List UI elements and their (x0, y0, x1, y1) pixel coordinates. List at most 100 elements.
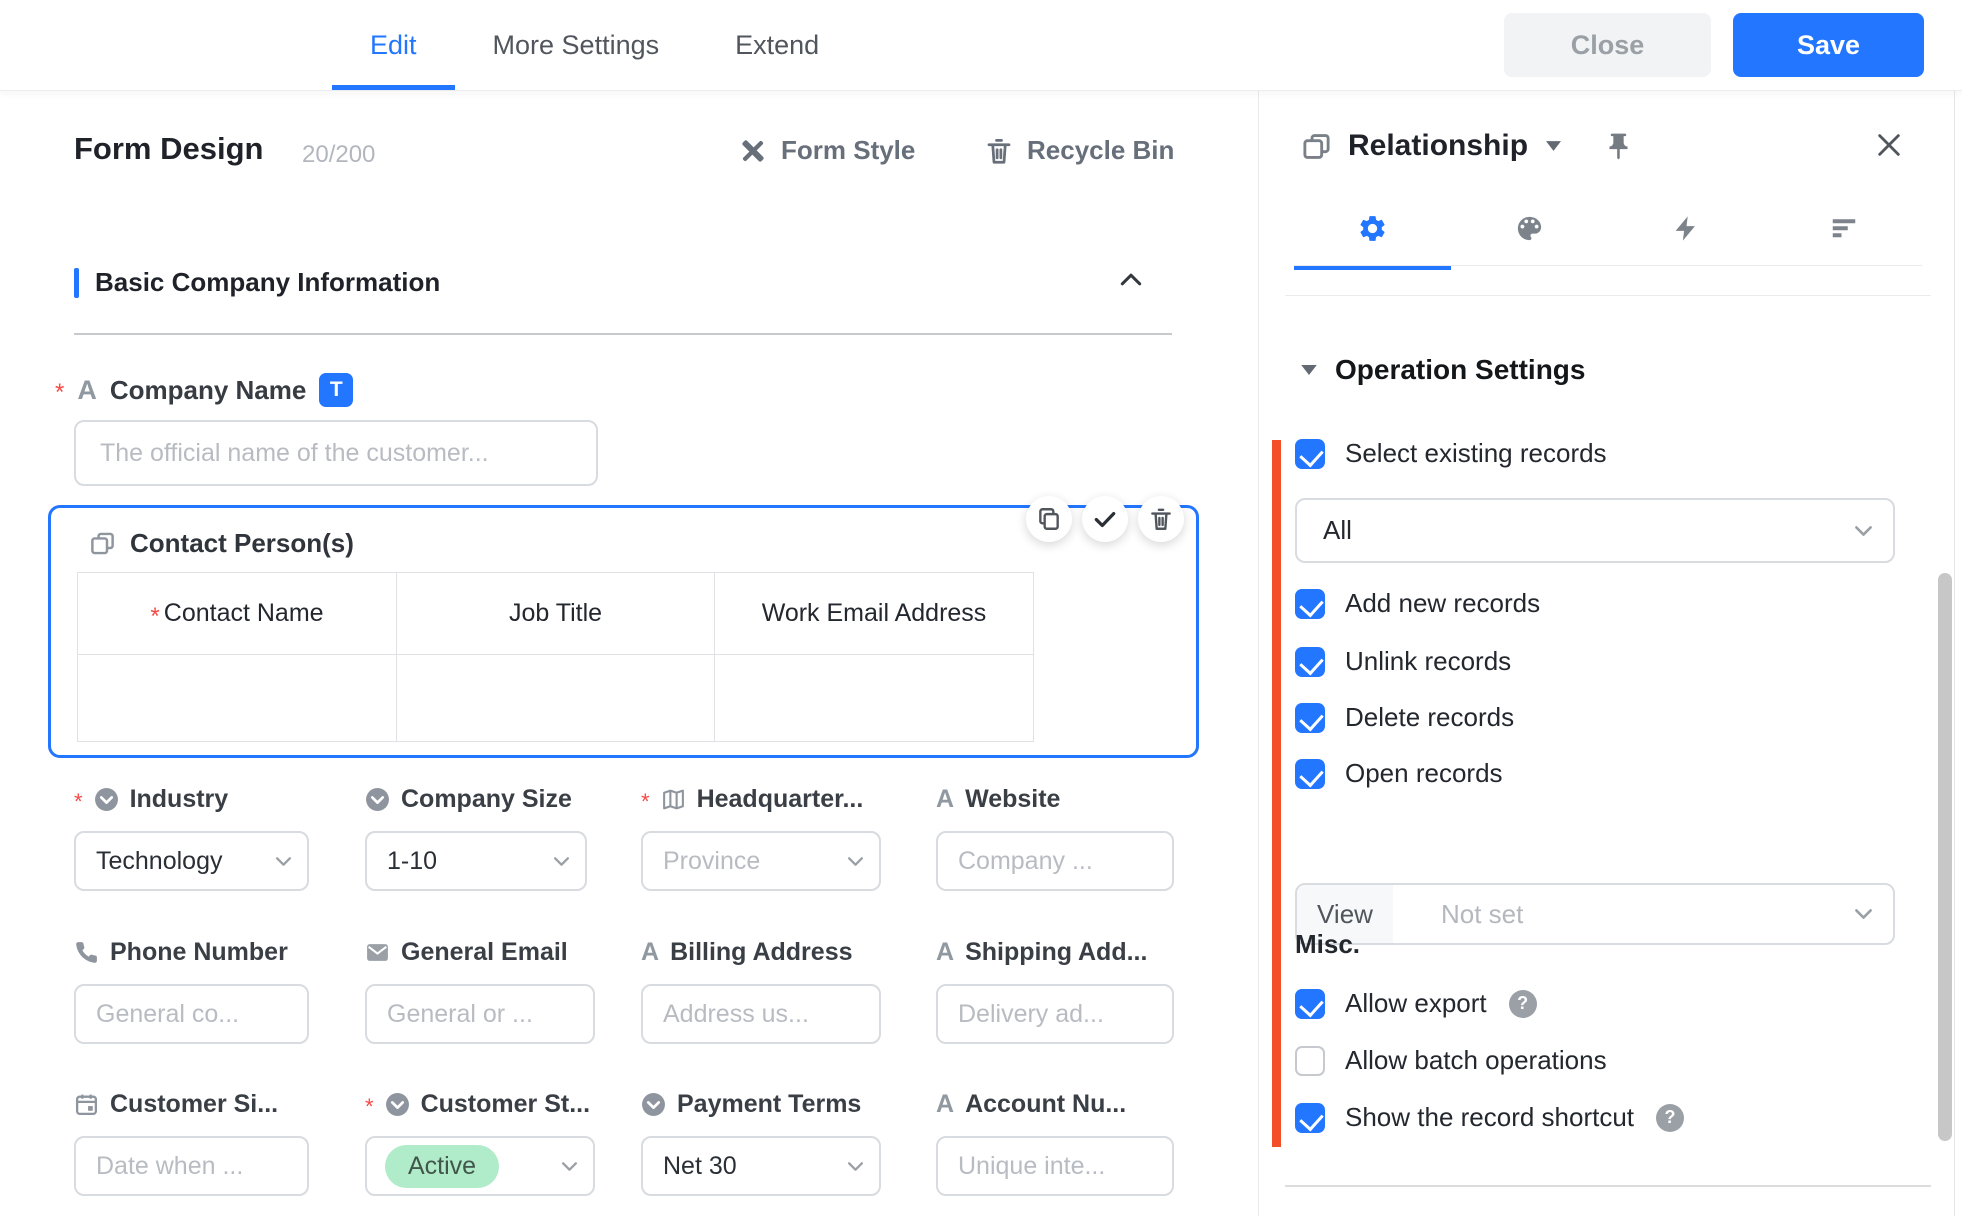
general-email-input[interactable]: General or ... (365, 984, 595, 1044)
field-customer-since: Customer Si... Date when ... (74, 1089, 309, 1196)
tab-advanced[interactable] (1765, 191, 1922, 265)
form-builder-window: Edit More Settings Extend Close Save For… (0, 0, 1962, 1216)
checkbox[interactable] (1295, 589, 1325, 619)
modified-settings-indicator-bar (1272, 440, 1281, 1147)
phone-number-input[interactable]: General co... (74, 984, 309, 1044)
page-title: Form Design (74, 131, 263, 167)
save-button[interactable]: Save (1733, 13, 1924, 77)
customer-since-date-input[interactable]: Date when ... (74, 1136, 309, 1196)
panel-header: Relationship (1301, 129, 1634, 163)
check-icon (1092, 506, 1118, 532)
tab-more-settings[interactable]: More Settings (455, 0, 698, 90)
tab-extend[interactable]: Extend (697, 0, 857, 90)
help-icon[interactable]: ? (1656, 1104, 1684, 1132)
headquarter-dropdown[interactable]: Province (641, 831, 881, 891)
shipping-address-input[interactable]: Delivery ad... (936, 984, 1174, 1044)
content-divider (1285, 295, 1931, 296)
map-icon (661, 787, 686, 812)
checkbox-row-select-existing-records[interactable]: Select existing records (1295, 438, 1607, 469)
billing-address-input[interactable]: Address us... (641, 984, 881, 1044)
checkbox[interactable] (1295, 759, 1325, 789)
industry-dropdown[interactable]: Technology (74, 831, 309, 891)
checkbox-row-unlink-records[interactable]: Unlink records (1295, 646, 1511, 677)
field-website: A Website Company ... (936, 784, 1174, 891)
field-count: 20/200 (302, 141, 375, 169)
checkbox[interactable] (1295, 439, 1325, 469)
envelope-icon (365, 940, 390, 965)
table-header-contact-name: * Contact Name (78, 573, 397, 655)
checkbox[interactable] (1295, 703, 1325, 733)
field-payment-terms: Payment Terms Net 30 (641, 1089, 881, 1196)
confirm-field-button[interactable] (1082, 496, 1128, 542)
checkbox[interactable] (1295, 989, 1325, 1019)
chevron-down-icon (1854, 525, 1873, 537)
contact-person-label: Contact Person(s) (89, 528, 354, 559)
form-design-panel: Form Design 20/200 Form Style Recycle Bi… (0, 91, 1258, 1216)
status-tag-active: Active (385, 1145, 499, 1188)
view-value: Not set (1441, 899, 1523, 930)
top-bar: Edit More Settings Extend Close Save (0, 0, 1962, 91)
field-company-size: Company Size 1-10 (365, 784, 587, 891)
text-field-type-icon: A (936, 785, 954, 814)
website-input[interactable]: Company ... (936, 831, 1174, 891)
single-select-icon (385, 1092, 410, 1117)
account-number-input[interactable]: Unique inte... (936, 1136, 1174, 1196)
duplicate-field-button[interactable] (1026, 496, 1072, 542)
panel-tabs (1294, 191, 1922, 265)
record-scope-dropdown[interactable]: All (1295, 498, 1895, 563)
required-asterisk: * (641, 789, 650, 815)
tab-automation[interactable] (1608, 191, 1765, 265)
table-header-job-title: Job Title (397, 573, 715, 655)
checkbox-row-allow-batch-operations[interactable]: Allow batch operations (1295, 1045, 1607, 1076)
required-asterisk: * (150, 605, 159, 629)
customer-status-dropdown[interactable]: Active (365, 1136, 595, 1196)
field-shipping-address: A Shipping Add... Delivery ad... (936, 937, 1174, 1044)
checkbox-row-open-records[interactable]: Open records (1295, 758, 1503, 789)
payment-terms-dropdown[interactable]: Net 30 (641, 1136, 881, 1196)
tab-edit[interactable]: Edit (332, 0, 455, 90)
trash-icon (984, 136, 1014, 166)
text-field-type-icon: A (936, 938, 954, 967)
operation-settings-header[interactable]: Operation Settings (1301, 354, 1585, 386)
field-headquarter: * Headquarter... Province (641, 784, 881, 891)
section-accent-bar (74, 268, 79, 298)
checkbox-row-allow-export[interactable]: Allow export ? (1295, 988, 1537, 1019)
field-action-buttons (1026, 496, 1184, 542)
pin-panel-icon[interactable] (1603, 131, 1634, 162)
checkbox-row-delete-records[interactable]: Delete records (1295, 702, 1514, 733)
table-empty-cell (78, 655, 397, 741)
required-asterisk: * (55, 381, 64, 405)
view-selector-dropdown[interactable]: View Not set (1295, 883, 1895, 945)
relationship-field-icon (1301, 131, 1332, 162)
checkbox[interactable] (1295, 647, 1325, 677)
sort-bars-icon (1829, 213, 1859, 243)
tab-appearance[interactable] (1451, 191, 1608, 265)
help-icon[interactable]: ? (1509, 990, 1537, 1018)
field-switcher-caret-down-icon[interactable] (1546, 141, 1561, 151)
close-panel-icon[interactable] (1875, 131, 1903, 159)
chevron-down-icon (1854, 908, 1873, 920)
scrollbar-thumb[interactable] (1938, 573, 1952, 1141)
contact-person-field-card[interactable]: Contact Person(s) * Contact Name Job Tit… (48, 505, 1199, 758)
close-button[interactable]: Close (1504, 13, 1711, 77)
company-name-input[interactable]: The official name of the customer... (74, 420, 598, 486)
checkbox-row-show-record-shortcut[interactable]: Show the record shortcut ? (1295, 1102, 1684, 1133)
panel-title: Relationship (1348, 129, 1528, 163)
chevron-down-icon (275, 856, 292, 867)
recycle-bin-button[interactable]: Recycle Bin (984, 135, 1174, 166)
text-field-type-icon: A (77, 375, 97, 406)
trash-icon (1148, 506, 1174, 532)
bottom-divider (1285, 1185, 1931, 1187)
checkbox[interactable] (1295, 1103, 1325, 1133)
checkbox[interactable] (1295, 1046, 1325, 1076)
company-size-dropdown[interactable]: 1-10 (365, 831, 587, 891)
form-style-button[interactable]: Form Style (738, 135, 915, 166)
delete-field-button[interactable] (1138, 496, 1184, 542)
field-phone-number: Phone Number General co... (74, 937, 309, 1044)
collapse-section-chevron-up-icon[interactable] (1120, 273, 1142, 286)
table-empty-cell (397, 655, 715, 741)
checkbox-row-add-new-records[interactable]: Add new records (1295, 588, 1540, 619)
required-asterisk: * (74, 789, 83, 815)
company-name-field-label: * A Company Name T (55, 373, 353, 407)
tab-field-settings[interactable] (1294, 191, 1451, 265)
